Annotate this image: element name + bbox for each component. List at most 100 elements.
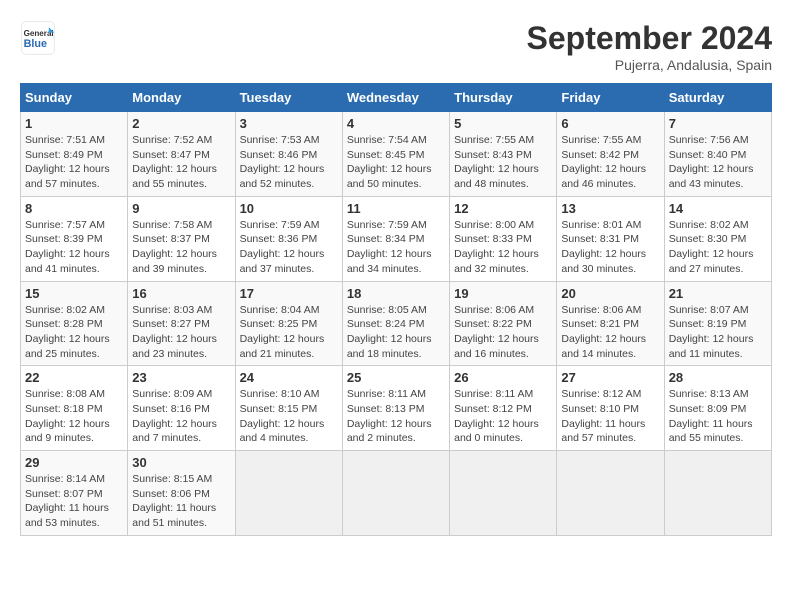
calendar-cell: 4 Sunrise: 7:54 AMSunset: 8:45 PMDayligh…	[342, 112, 449, 197]
calendar-cell: 19 Sunrise: 8:06 AMSunset: 8:22 PMDaylig…	[450, 281, 557, 366]
day-info: Sunrise: 7:56 AMSunset: 8:40 PMDaylight:…	[669, 133, 767, 192]
day-info: Sunrise: 7:55 AMSunset: 8:42 PMDaylight:…	[561, 133, 659, 192]
day-number: 12	[454, 201, 552, 216]
month-year-title: September 2024	[527, 20, 772, 57]
calendar-cell: 28 Sunrise: 8:13 AMSunset: 8:09 PMDaylig…	[664, 366, 771, 451]
calendar-cell: 22 Sunrise: 8:08 AMSunset: 8:18 PMDaylig…	[21, 366, 128, 451]
day-number: 17	[240, 286, 338, 301]
calendar-row: 1 Sunrise: 7:51 AMSunset: 8:49 PMDayligh…	[21, 112, 772, 197]
day-number: 14	[669, 201, 767, 216]
calendar-cell: 20 Sunrise: 8:06 AMSunset: 8:21 PMDaylig…	[557, 281, 664, 366]
calendar-cell: 7 Sunrise: 7:56 AMSunset: 8:40 PMDayligh…	[664, 112, 771, 197]
calendar-cell: 13 Sunrise: 8:01 AMSunset: 8:31 PMDaylig…	[557, 196, 664, 281]
day-info: Sunrise: 8:08 AMSunset: 8:18 PMDaylight:…	[25, 387, 123, 446]
day-info: Sunrise: 8:02 AMSunset: 8:30 PMDaylight:…	[669, 218, 767, 277]
day-number: 8	[25, 201, 123, 216]
day-info: Sunrise: 7:54 AMSunset: 8:45 PMDaylight:…	[347, 133, 445, 192]
calendar-cell	[342, 451, 449, 536]
day-number: 15	[25, 286, 123, 301]
day-info: Sunrise: 8:07 AMSunset: 8:19 PMDaylight:…	[669, 303, 767, 362]
calendar-cell: 29 Sunrise: 8:14 AMSunset: 8:07 PMDaylig…	[21, 451, 128, 536]
col-friday: Friday	[557, 84, 664, 112]
day-info: Sunrise: 8:11 AMSunset: 8:13 PMDaylight:…	[347, 387, 445, 446]
calendar-cell	[557, 451, 664, 536]
day-info: Sunrise: 8:11 AMSunset: 8:12 PMDaylight:…	[454, 387, 552, 446]
day-number: 25	[347, 370, 445, 385]
day-number: 24	[240, 370, 338, 385]
calendar-row: 29 Sunrise: 8:14 AMSunset: 8:07 PMDaylig…	[21, 451, 772, 536]
day-number: 19	[454, 286, 552, 301]
day-number: 28	[669, 370, 767, 385]
calendar-cell: 14 Sunrise: 8:02 AMSunset: 8:30 PMDaylig…	[664, 196, 771, 281]
day-info: Sunrise: 8:13 AMSunset: 8:09 PMDaylight:…	[669, 387, 767, 446]
day-info: Sunrise: 7:59 AMSunset: 8:36 PMDaylight:…	[240, 218, 338, 277]
col-sunday: Sunday	[21, 84, 128, 112]
day-number: 9	[132, 201, 230, 216]
day-info: Sunrise: 8:05 AMSunset: 8:24 PMDaylight:…	[347, 303, 445, 362]
calendar-cell	[235, 451, 342, 536]
calendar-row: 22 Sunrise: 8:08 AMSunset: 8:18 PMDaylig…	[21, 366, 772, 451]
calendar-cell: 30 Sunrise: 8:15 AMSunset: 8:06 PMDaylig…	[128, 451, 235, 536]
day-info: Sunrise: 8:06 AMSunset: 8:22 PMDaylight:…	[454, 303, 552, 362]
day-number: 13	[561, 201, 659, 216]
calendar-cell: 11 Sunrise: 7:59 AMSunset: 8:34 PMDaylig…	[342, 196, 449, 281]
day-info: Sunrise: 8:10 AMSunset: 8:15 PMDaylight:…	[240, 387, 338, 446]
day-info: Sunrise: 8:15 AMSunset: 8:06 PMDaylight:…	[132, 472, 230, 531]
day-number: 5	[454, 116, 552, 131]
day-info: Sunrise: 8:04 AMSunset: 8:25 PMDaylight:…	[240, 303, 338, 362]
calendar-cell: 8 Sunrise: 7:57 AMSunset: 8:39 PMDayligh…	[21, 196, 128, 281]
day-info: Sunrise: 8:12 AMSunset: 8:10 PMDaylight:…	[561, 387, 659, 446]
col-thursday: Thursday	[450, 84, 557, 112]
day-number: 29	[25, 455, 123, 470]
calendar-cell: 5 Sunrise: 7:55 AMSunset: 8:43 PMDayligh…	[450, 112, 557, 197]
calendar-cell: 25 Sunrise: 8:11 AMSunset: 8:13 PMDaylig…	[342, 366, 449, 451]
logo-icon: General Blue	[20, 20, 56, 56]
day-info: Sunrise: 8:14 AMSunset: 8:07 PMDaylight:…	[25, 472, 123, 531]
calendar-cell: 16 Sunrise: 8:03 AMSunset: 8:27 PMDaylig…	[128, 281, 235, 366]
day-number: 2	[132, 116, 230, 131]
day-info: Sunrise: 7:53 AMSunset: 8:46 PMDaylight:…	[240, 133, 338, 192]
calendar-cell: 6 Sunrise: 7:55 AMSunset: 8:42 PMDayligh…	[557, 112, 664, 197]
day-number: 16	[132, 286, 230, 301]
day-number: 3	[240, 116, 338, 131]
day-number: 10	[240, 201, 338, 216]
calendar-cell: 23 Sunrise: 8:09 AMSunset: 8:16 PMDaylig…	[128, 366, 235, 451]
calendar-cell: 15 Sunrise: 8:02 AMSunset: 8:28 PMDaylig…	[21, 281, 128, 366]
day-number: 23	[132, 370, 230, 385]
day-number: 27	[561, 370, 659, 385]
col-wednesday: Wednesday	[342, 84, 449, 112]
day-info: Sunrise: 8:01 AMSunset: 8:31 PMDaylight:…	[561, 218, 659, 277]
calendar-cell: 3 Sunrise: 7:53 AMSunset: 8:46 PMDayligh…	[235, 112, 342, 197]
day-info: Sunrise: 7:57 AMSunset: 8:39 PMDaylight:…	[25, 218, 123, 277]
svg-text:Blue: Blue	[24, 38, 47, 50]
calendar-row: 15 Sunrise: 8:02 AMSunset: 8:28 PMDaylig…	[21, 281, 772, 366]
day-number: 11	[347, 201, 445, 216]
day-number: 21	[669, 286, 767, 301]
day-number: 30	[132, 455, 230, 470]
calendar-cell: 10 Sunrise: 7:59 AMSunset: 8:36 PMDaylig…	[235, 196, 342, 281]
calendar-cell: 9 Sunrise: 7:58 AMSunset: 8:37 PMDayligh…	[128, 196, 235, 281]
title-area: September 2024 Pujerra, Andalusia, Spain	[527, 20, 772, 73]
day-number: 22	[25, 370, 123, 385]
calendar-row: 8 Sunrise: 7:57 AMSunset: 8:39 PMDayligh…	[21, 196, 772, 281]
col-saturday: Saturday	[664, 84, 771, 112]
day-number: 1	[25, 116, 123, 131]
calendar-cell: 24 Sunrise: 8:10 AMSunset: 8:15 PMDaylig…	[235, 366, 342, 451]
col-tuesday: Tuesday	[235, 84, 342, 112]
day-info: Sunrise: 8:03 AMSunset: 8:27 PMDaylight:…	[132, 303, 230, 362]
day-number: 7	[669, 116, 767, 131]
page-header: General Blue September 2024 Pujerra, And…	[20, 20, 772, 73]
col-monday: Monday	[128, 84, 235, 112]
day-info: Sunrise: 8:06 AMSunset: 8:21 PMDaylight:…	[561, 303, 659, 362]
day-info: Sunrise: 8:00 AMSunset: 8:33 PMDaylight:…	[454, 218, 552, 277]
calendar-cell	[664, 451, 771, 536]
calendar-cell: 12 Sunrise: 8:00 AMSunset: 8:33 PMDaylig…	[450, 196, 557, 281]
day-info: Sunrise: 7:55 AMSunset: 8:43 PMDaylight:…	[454, 133, 552, 192]
calendar-cell: 21 Sunrise: 8:07 AMSunset: 8:19 PMDaylig…	[664, 281, 771, 366]
day-number: 26	[454, 370, 552, 385]
day-info: Sunrise: 8:02 AMSunset: 8:28 PMDaylight:…	[25, 303, 123, 362]
calendar-cell	[450, 451, 557, 536]
calendar-cell: 26 Sunrise: 8:11 AMSunset: 8:12 PMDaylig…	[450, 366, 557, 451]
day-info: Sunrise: 7:59 AMSunset: 8:34 PMDaylight:…	[347, 218, 445, 277]
day-number: 20	[561, 286, 659, 301]
